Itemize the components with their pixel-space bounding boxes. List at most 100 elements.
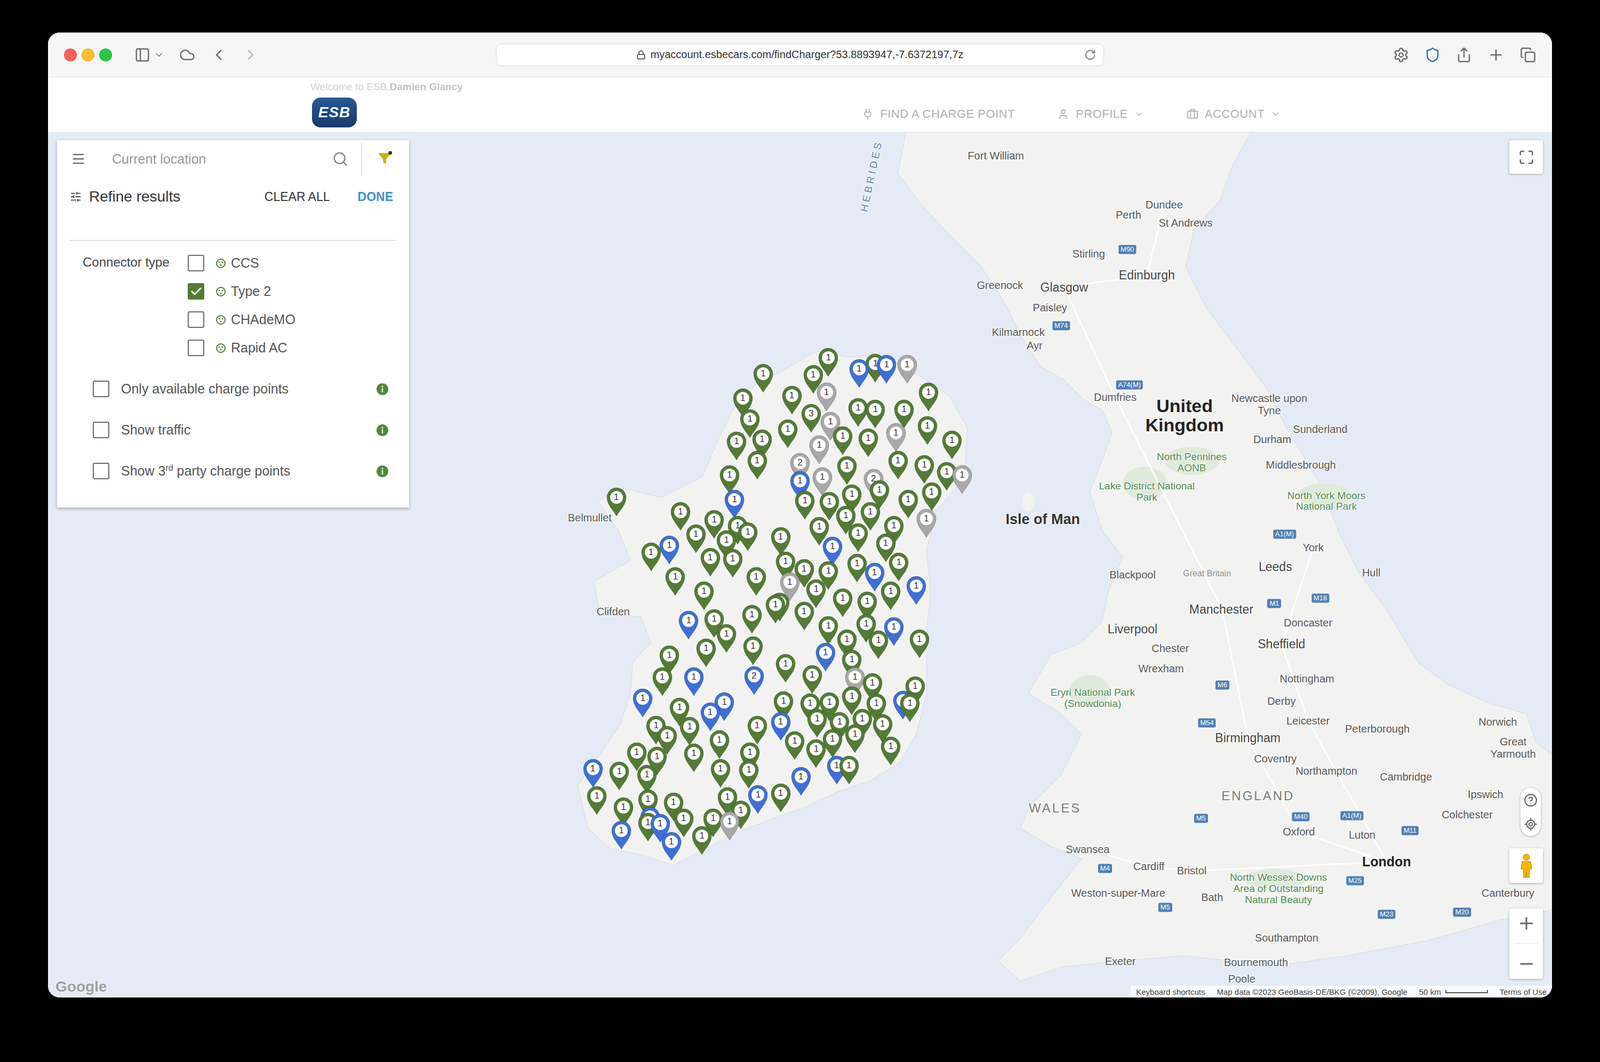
sidebar-icon[interactable]: [134, 46, 151, 63]
charge-point-pin[interactable]: 1: [747, 784, 769, 815]
charge-point-pin[interactable]: 1: [905, 575, 927, 606]
charge-point-pin[interactable]: 1: [864, 398, 886, 429]
checkbox[interactable]: [92, 421, 110, 439]
info-icon[interactable]: [376, 424, 389, 437]
street-view-button[interactable]: [1509, 848, 1543, 884]
charge-point-pin[interactable]: 1: [793, 601, 815, 631]
charge-point-pin[interactable]: 1: [741, 604, 763, 635]
charge-point-pin[interactable]: 1: [745, 566, 767, 597]
reload-icon[interactable]: [1084, 49, 1096, 61]
charge-point-pin[interactable]: 1: [691, 825, 713, 856]
charge-point-pin[interactable]: 1: [746, 715, 768, 746]
charge-point-pin[interactable]: 1: [651, 666, 674, 697]
charge-point-pin[interactable]: 1: [608, 761, 630, 791]
menu-icon[interactable]: [70, 151, 86, 167]
connector-option[interactable]: Type 2: [187, 277, 296, 306]
charge-point-pin[interactable]: 1: [832, 587, 854, 618]
charge-point-pin[interactable]: 1: [718, 464, 741, 495]
charge-point-pin[interactable]: 1: [844, 723, 866, 754]
charge-point-pin[interactable]: 1: [725, 430, 748, 461]
zoom-out-icon[interactable]: [1516, 954, 1536, 974]
info-icon[interactable]: [376, 382, 389, 396]
charge-point-pin[interactable]: 1: [640, 541, 662, 572]
charge-point-pin[interactable]: 1: [880, 580, 902, 611]
charge-point-pin[interactable]: 1: [699, 547, 722, 578]
gear-icon[interactable]: [1393, 46, 1410, 63]
back-icon[interactable]: [210, 46, 228, 64]
charge-point-pin[interactable]: 1: [664, 566, 686, 597]
clear-all-button[interactable]: CLEAR ALL: [264, 189, 331, 205]
esb-logo[interactable]: ESB: [312, 97, 357, 128]
charge-point-pin[interactable]: 1: [821, 536, 844, 566]
done-button[interactable]: DONE: [357, 189, 394, 205]
nav-item[interactable]: FIND A CHARGE POINT: [861, 107, 1015, 122]
charge-point-pin[interactable]: 1: [770, 526, 792, 557]
close-button[interactable]: [64, 48, 77, 62]
charge-point-pin[interactable]: 1: [801, 664, 823, 695]
charge-point-pin[interactable]: 1: [875, 354, 898, 384]
charge-point-pin[interactable]: 1: [847, 397, 869, 428]
charge-point-pin[interactable]: 1: [660, 831, 683, 862]
tabs-icon[interactable]: [1520, 46, 1536, 63]
charge-point-pin[interactable]: 1: [683, 666, 705, 697]
charge-point-pin[interactable]: 1: [764, 594, 787, 624]
charge-point-pin[interactable]: 1: [838, 755, 860, 786]
charge-point-pin[interactable]: 1: [695, 637, 717, 668]
charge-point-pin[interactable]: 1: [718, 811, 741, 842]
charge-point-pin[interactable]: 1: [917, 381, 940, 412]
charge-point-pin[interactable]: 1: [737, 521, 759, 552]
charge-point-pin[interactable]: 1: [683, 742, 705, 773]
charge-point-pin[interactable]: 1: [582, 758, 604, 789]
option-row[interactable]: Show traffic: [57, 409, 410, 451]
charge-point-pin[interactable]: 1: [709, 758, 732, 789]
filter-button[interactable]: [371, 146, 398, 172]
charge-point-pin[interactable]: 1: [632, 688, 654, 718]
forward-icon[interactable]: [242, 46, 260, 64]
charge-point-pin[interactable]: 1: [832, 425, 854, 456]
charge-point-pin[interactable]: 1: [848, 358, 870, 389]
charge-point-pin[interactable]: 1: [816, 381, 838, 412]
checkbox[interactable]: [92, 380, 110, 398]
checkbox[interactable]: [187, 283, 205, 300]
new-tab-icon[interactable]: [1487, 46, 1505, 64]
charge-point-pin[interactable]: 1: [921, 481, 943, 512]
checkbox[interactable]: [92, 462, 110, 480]
charge-point-pin[interactable]: 1: [794, 490, 816, 520]
charge-point-pin[interactable]: 1: [658, 534, 680, 565]
share-icon[interactable]: [1456, 46, 1472, 63]
minimize-button[interactable]: [81, 48, 95, 62]
nav-item[interactable]: PROFILE: [1057, 107, 1144, 122]
charge-point-pin[interactable]: 1: [777, 418, 799, 449]
option-row[interactable]: Only available charge points: [57, 368, 410, 410]
checkbox[interactable]: [187, 254, 205, 272]
address-bar[interactable]: myaccount.esbecars.com/findCharger?53.88…: [496, 43, 1104, 67]
charge-point-pin[interactable]: 1: [605, 486, 628, 517]
fullscreen-button[interactable]: [1509, 140, 1543, 174]
charge-point-pin[interactable]: 1: [836, 455, 858, 486]
map-scale[interactable]: 50 km: [1419, 987, 1488, 997]
map[interactable]: HEBRIDESFort WilliamDundeePerthSt Andrew…: [48, 132, 1552, 998]
charge-point-pin[interactable]: 1: [742, 635, 764, 666]
charge-point-pin[interactable]: 1: [899, 692, 921, 723]
charge-point-pin[interactable]: 1: [774, 653, 797, 684]
charge-point-pin[interactable]: 1: [896, 354, 918, 384]
zoom-in-icon[interactable]: [1516, 914, 1536, 934]
charge-point-pin[interactable]: 1: [752, 363, 774, 394]
locate-icon[interactable]: [1523, 817, 1538, 832]
charge-point-pin[interactable]: 1: [673, 808, 695, 838]
connector-option[interactable]: Rapid AC: [187, 333, 296, 363]
charge-point-pin[interactable]: 1: [610, 820, 632, 851]
footer-link[interactable]: Keyboard shortcuts: [1136, 987, 1205, 997]
charge-point-pin[interactable]: 1: [908, 628, 931, 659]
extension-icon[interactable]: [1424, 46, 1441, 63]
charge-point-pin[interactable]: 1: [880, 736, 902, 766]
charge-point-pin[interactable]: 1: [699, 701, 722, 732]
charge-point-pin[interactable]: 1: [847, 522, 869, 553]
charge-point-pin[interactable]: 1: [888, 552, 910, 582]
option-row[interactable]: Show 3rd party charge points: [57, 450, 410, 492]
charge-point-pin[interactable]: 3: [800, 403, 822, 434]
checkbox[interactable]: [187, 311, 205, 328]
charge-point-pin[interactable]: 1: [915, 508, 938, 539]
charge-point-pin[interactable]: 1: [693, 580, 715, 611]
chevron-down-icon[interactable]: [153, 49, 165, 61]
